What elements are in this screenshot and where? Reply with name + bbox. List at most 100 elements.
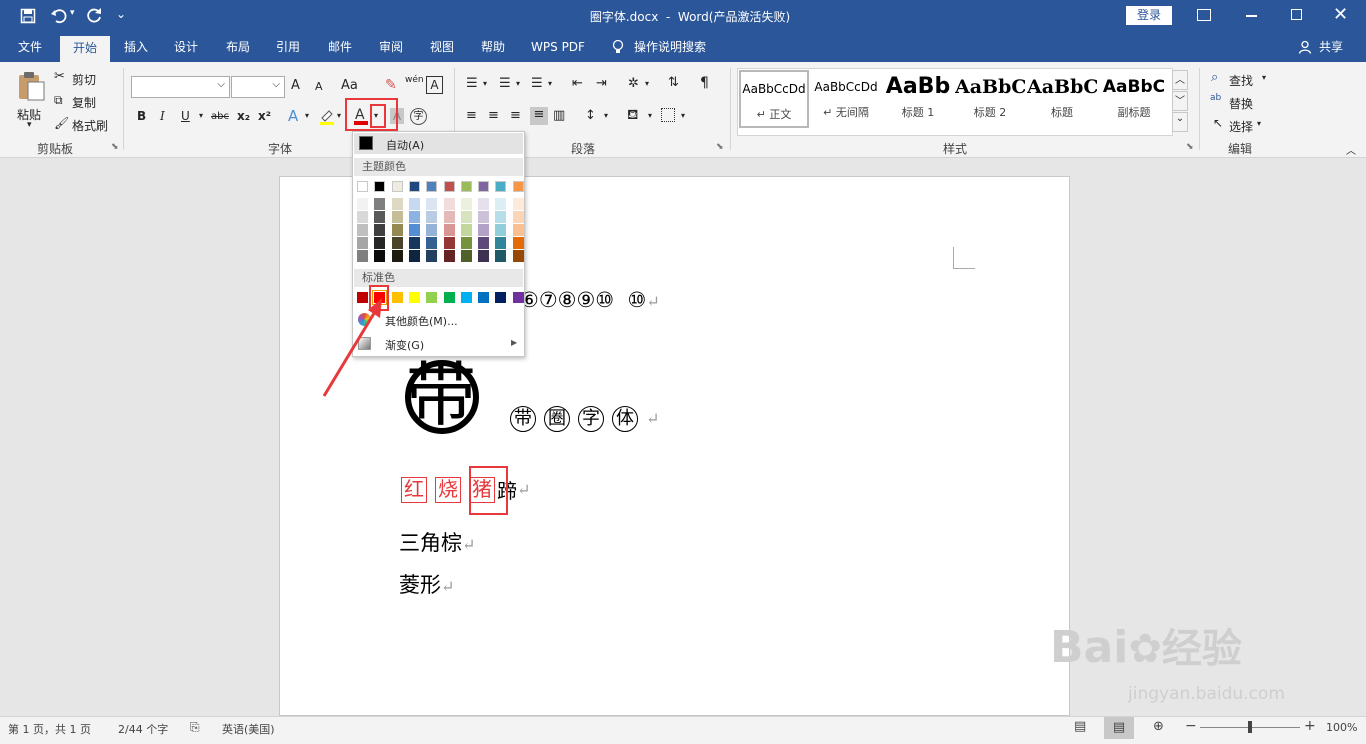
theme-color-swatch[interactable] [460,181,472,192]
standard-color-swatch[interactable] [391,292,403,303]
increase-indent-icon[interactable]: ⇥ [596,76,607,91]
zoom-in-icon[interactable]: + [1304,718,1316,734]
theme-shade-swatch[interactable] [460,237,472,249]
theme-shade-swatch[interactable] [443,211,455,223]
word-count[interactable]: 2/44 个字 [118,721,168,737]
paragraph-launcher-icon[interactable]: ⬊ [716,142,724,152]
bold-button[interactable]: B [137,109,146,123]
theme-shade-swatch[interactable] [478,211,490,223]
find-button[interactable]: 查找 [1229,72,1253,89]
collapse-ribbon-icon[interactable]: ︿ [1346,142,1356,157]
theme-color-swatch[interactable] [374,181,386,192]
zoom-slider-thumb[interactable] [1248,721,1252,733]
line-spacing-dropdown-icon[interactable]: ▾ [604,111,608,120]
shading-dropdown-icon[interactable]: ▾ [648,111,652,120]
web-layout-icon[interactable]: ⊕ [1153,719,1164,734]
theme-shade-swatch[interactable] [443,198,455,210]
theme-shade-swatch[interactable] [478,224,490,236]
theme-shade-swatch[interactable] [357,198,368,210]
copy-icon[interactable]: ⧉ [54,93,63,108]
copy-button[interactable]: 复制 [72,94,96,111]
tab-layout[interactable]: 布局 [216,32,260,62]
zoom-out-icon[interactable]: − [1185,718,1197,734]
theme-shade-swatch[interactable] [495,250,507,262]
styles-scroll-up-icon[interactable]: ︿ [1172,70,1188,90]
multilevel-dropdown-icon[interactable]: ▾ [548,79,552,88]
theme-shade-swatch[interactable] [391,224,403,236]
tab-view[interactable]: 视图 [420,32,464,62]
theme-color-swatch[interactable] [443,181,455,192]
theme-shade-swatch[interactable] [408,211,420,223]
tab-wps-pdf[interactable]: WPS PDF [526,32,590,62]
underline-button[interactable]: U [181,109,190,123]
theme-shade-swatch[interactable] [478,198,490,210]
theme-shade-swatch[interactable] [391,211,403,223]
standard-color-swatch[interactable] [478,292,490,303]
styles-scroll-down-icon[interactable]: ﹀ [1172,91,1188,111]
share-button[interactable]: 共享 [1314,32,1348,62]
select-button[interactable]: 选择 [1229,118,1253,135]
shrink-font-button[interactable]: A [315,80,323,93]
tab-references[interactable]: 引用 [266,32,310,62]
enclose-characters-button[interactable]: 字 [410,108,427,125]
read-mode-icon[interactable]: ▤ [1074,719,1086,734]
paste-icon[interactable] [16,70,46,102]
tell-me-search[interactable]: 操作说明搜索 [634,32,718,62]
restore-icon[interactable] [1291,9,1302,20]
phonetic-guide-button[interactable]: wén [405,75,424,85]
theme-shade-swatch[interactable] [426,250,438,262]
chinese-layout-icon[interactable]: ✲ [628,76,639,91]
theme-shade-swatch[interactable] [391,237,403,249]
find-dropdown-icon[interactable]: ▾ [1262,73,1266,82]
tab-design[interactable]: 设计 [164,32,208,62]
ribbon-display-options-icon[interactable] [1197,9,1211,21]
clear-formatting-icon[interactable]: ✎ [385,77,397,93]
highlight-icon[interactable] [319,108,335,126]
theme-color-swatch[interactable] [495,181,507,192]
replace-icon[interactable]: ab [1210,93,1221,103]
theme-shade-swatch[interactable] [512,250,524,262]
customize-qat-icon[interactable]: ⌄ [116,7,126,21]
subscript-button[interactable]: x₂ [237,109,250,123]
cut-icon[interactable]: ✂ [54,69,65,84]
theme-shade-swatch[interactable] [460,198,472,210]
character-border-icon[interactable]: A [426,76,443,94]
standard-color-swatch[interactable] [408,292,420,303]
theme-shade-swatch[interactable] [460,224,472,236]
undo-icon[interactable] [50,7,68,25]
shading-icon[interactable]: ⛾ [627,107,638,125]
standard-color-swatch[interactable] [460,292,472,303]
decrease-indent-icon[interactable]: ⇤ [572,76,583,91]
text-effects-icon[interactable]: A [288,107,298,125]
theme-shade-swatch[interactable] [426,237,438,249]
page-count[interactable]: 第 1 页，共 1 页 [8,721,91,737]
tab-insert[interactable]: 插入 [114,32,158,62]
bullets-icon[interactable]: ☰ [466,76,478,91]
style-normal[interactable]: AaBbCcDd ↵ 正文 [739,70,809,128]
standard-color-swatch[interactable] [426,292,438,303]
theme-shade-swatch[interactable] [408,250,420,262]
theme-color-swatch[interactable] [512,181,524,192]
more-colors-item[interactable]: 其他颜色(M)... [385,313,458,329]
print-layout-icon[interactable]: ▤ [1104,717,1134,739]
close-icon[interactable]: ✕ [1333,4,1348,25]
gradient-item[interactable]: 渐变(G) [385,337,424,353]
standard-color-swatch[interactable] [512,292,524,303]
format-painter-icon[interactable]: 🖌 [54,116,69,130]
undo-dropdown-icon[interactable]: ▾ [70,8,75,18]
style-heading-2[interactable]: AaBbC 标题 2 [955,70,1025,128]
theme-color-swatch[interactable] [478,181,490,192]
theme-shade-swatch[interactable] [391,250,403,262]
theme-shade-swatch[interactable] [357,250,368,262]
select-dropdown-icon[interactable]: ▾ [1257,119,1261,128]
theme-shade-swatch[interactable] [460,211,472,223]
theme-shade-swatch[interactable] [478,250,490,262]
theme-shade-swatch[interactable] [495,198,507,210]
theme-shade-swatch[interactable] [426,198,438,210]
theme-color-swatch[interactable] [391,181,403,192]
align-center-icon[interactable]: ≡ [488,108,499,123]
theme-color-swatch[interactable] [357,181,368,192]
zoom-level[interactable]: 100% [1326,721,1357,734]
tab-file[interactable]: 文件 [6,32,54,62]
theme-shade-swatch[interactable] [357,211,368,223]
